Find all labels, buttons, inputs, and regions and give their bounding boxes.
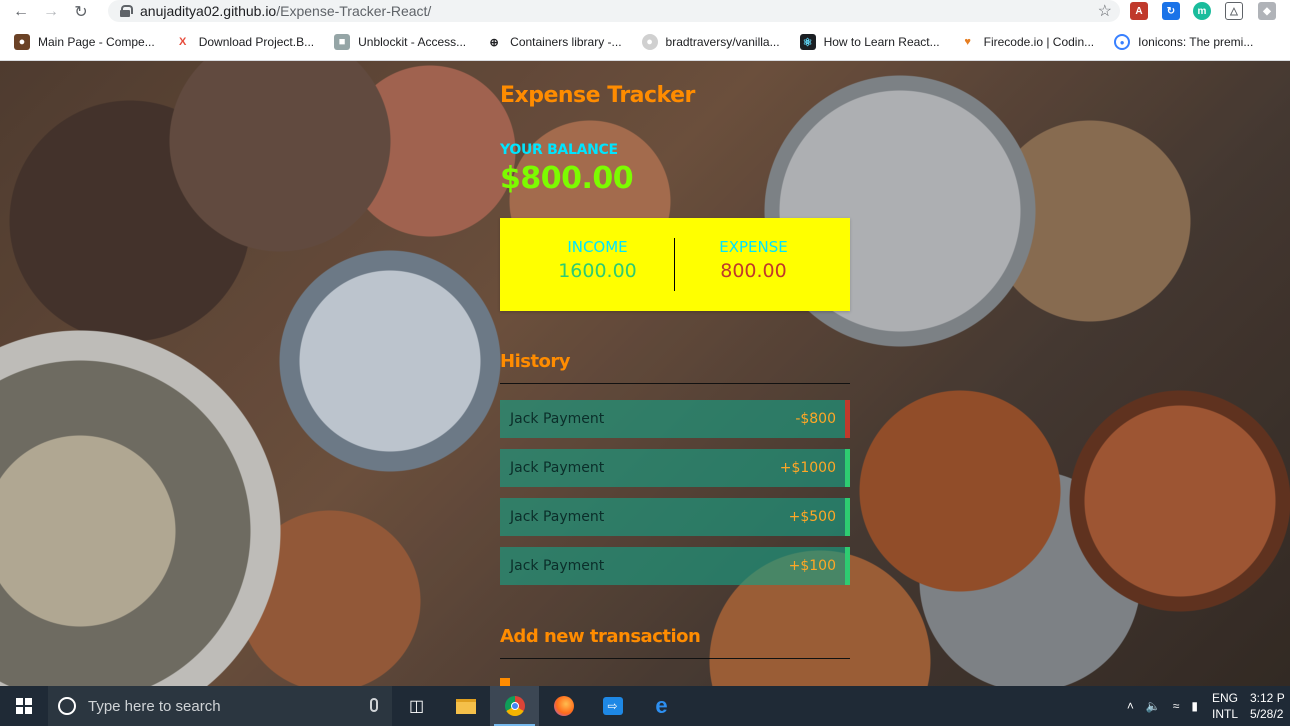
list-item[interactable]: Jack Payment +$500	[500, 498, 850, 536]
file-explorer-icon[interactable]	[441, 686, 490, 726]
chrome-icon[interactable]	[490, 686, 539, 726]
taskbar-search[interactable]: Type here to search	[48, 686, 392, 726]
page-title: Expense Tracker	[500, 83, 695, 108]
list-item[interactable]: Jack Payment -$800	[500, 400, 850, 438]
system-tray: ˄ 🔈 ≈ ▮ ENG INTL 3:12 P 5/28/2	[1121, 686, 1290, 726]
microphone-icon[interactable]	[370, 698, 378, 712]
bookmarks-bar: ● Main Page - Compe... X Download Project.…	[0, 24, 1290, 61]
task-view-icon[interactable]: ◫	[392, 686, 441, 726]
expense-label: EXPENSE	[719, 238, 788, 256]
address-bar[interactable]: anujaditya02.github.io/Expense-Tracker-R…	[108, 0, 1120, 22]
page-background: Expense Tracker YOUR BALANCE $800.00 INC…	[0, 61, 1290, 686]
lock-icon	[120, 5, 133, 17]
bookmark-item[interactable]: ● bradtraversy/vanilla...	[641, 34, 780, 50]
bookmark-item[interactable]: ⊕ Containers library -...	[486, 34, 622, 50]
income-expense-card: INCOME 1600.00 EXPENSE 800.00	[500, 218, 850, 311]
cortana-icon	[58, 697, 76, 715]
bookmark-item[interactable]: ♥ Firecode.io | Codin...	[960, 34, 1094, 50]
bookmark-item[interactable]: X Download Project.B...	[175, 34, 314, 50]
shield-extension-icon[interactable]: △	[1225, 2, 1243, 20]
browser-toolbar: ← → ↻ anujaditya02.github.io/Expense-Tra…	[0, 0, 1290, 24]
add-transaction-divider	[500, 658, 850, 659]
add-transaction-heading: Add new transaction	[500, 626, 701, 647]
transaction-amount: -$800	[795, 411, 836, 427]
bookmark-item[interactable]: ● Ionicons: The premi...	[1114, 34, 1253, 50]
transaction-amount: +$1000	[779, 460, 836, 476]
income-value: 1600.00	[558, 260, 637, 282]
expense-column: EXPENSE 800.00	[666, 238, 841, 282]
volume-muted-icon[interactable]: 🔈	[1146, 699, 1161, 713]
income-label: INCOME	[567, 238, 628, 256]
edge-icon[interactable]: e	[637, 686, 686, 726]
taskbar: Type here to search ◫ ⇨ e ˄ 🔈 ≈ ▮ ENG IN…	[0, 686, 1290, 726]
forward-arrow-icon[interactable]: →	[36, 1, 66, 23]
balance-value: $800.00	[500, 161, 634, 196]
battery-icon[interactable]: ▮	[1191, 699, 1198, 713]
income-column: INCOME 1600.00	[510, 238, 685, 282]
ionicons-icon: ●	[1114, 34, 1131, 50]
x-icon: X	[179, 36, 187, 48]
transaction-amount: +$100	[788, 558, 836, 574]
bookmark-item[interactable]: ⚛ How to Learn React...	[799, 34, 940, 50]
language-indicator[interactable]: ENG INTL	[1212, 690, 1242, 722]
transaction-text: Jack Payment	[510, 411, 605, 427]
chevron-up-icon[interactable]: ˄	[1127, 699, 1134, 713]
pdf-extension-icon[interactable]: A	[1130, 2, 1148, 20]
transaction-amount: +$500	[788, 509, 836, 525]
codechef-icon: ●	[14, 34, 30, 50]
sync-extension-icon[interactable]: ↻	[1162, 2, 1180, 20]
bookmark-star-icon[interactable]: ☆	[1098, 1, 1112, 21]
list-item[interactable]: Jack Payment +$100	[500, 547, 850, 585]
firecode-icon: ♥	[964, 36, 971, 48]
balance-label: YOUR BALANCE	[500, 142, 618, 158]
sync-app-icon[interactable]: ⇨	[588, 686, 637, 726]
history-heading: History	[500, 351, 571, 372]
list-item[interactable]: Jack Payment +$1000	[500, 449, 850, 487]
transaction-list: Jack Payment -$800 Jack Payment +$1000 J…	[500, 400, 850, 596]
reload-icon[interactable]: ↻	[66, 1, 96, 23]
react-icon: ⚛	[799, 34, 816, 50]
url-host: anujaditya02.github.io	[140, 3, 277, 19]
m-extension-icon[interactable]: m	[1193, 2, 1211, 20]
search-placeholder: Type here to search	[88, 697, 221, 715]
bookmark-item[interactable]: ■ Unblockit - Access...	[334, 34, 466, 50]
expense-value: 800.00	[720, 260, 787, 282]
back-arrow-icon[interactable]: ←	[6, 1, 36, 23]
wifi-icon[interactable]: ≈	[1173, 699, 1180, 713]
transaction-text: Jack Payment	[510, 509, 605, 525]
bookmark-item[interactable]: ● Main Page - Compe...	[14, 34, 155, 50]
clock[interactable]: 3:12 P 5/28/2	[1250, 690, 1290, 722]
containers-icon: ⊕	[489, 36, 499, 49]
firefox-icon[interactable]	[539, 686, 588, 726]
github-icon: ●	[641, 34, 658, 50]
expense-tracker-app: Expense Tracker YOUR BALANCE $800.00 INC…	[500, 61, 850, 686]
profile-extension-icon[interactable]: ◆	[1258, 2, 1276, 20]
transaction-text: Jack Payment	[510, 558, 605, 574]
url-path: /Expense-Tracker-React/	[276, 3, 432, 19]
form-label-partial	[500, 678, 510, 686]
history-divider	[500, 383, 850, 384]
windows-start-icon[interactable]	[0, 686, 48, 726]
unblockit-icon: ■	[334, 34, 351, 50]
transaction-text: Jack Payment	[510, 460, 605, 476]
